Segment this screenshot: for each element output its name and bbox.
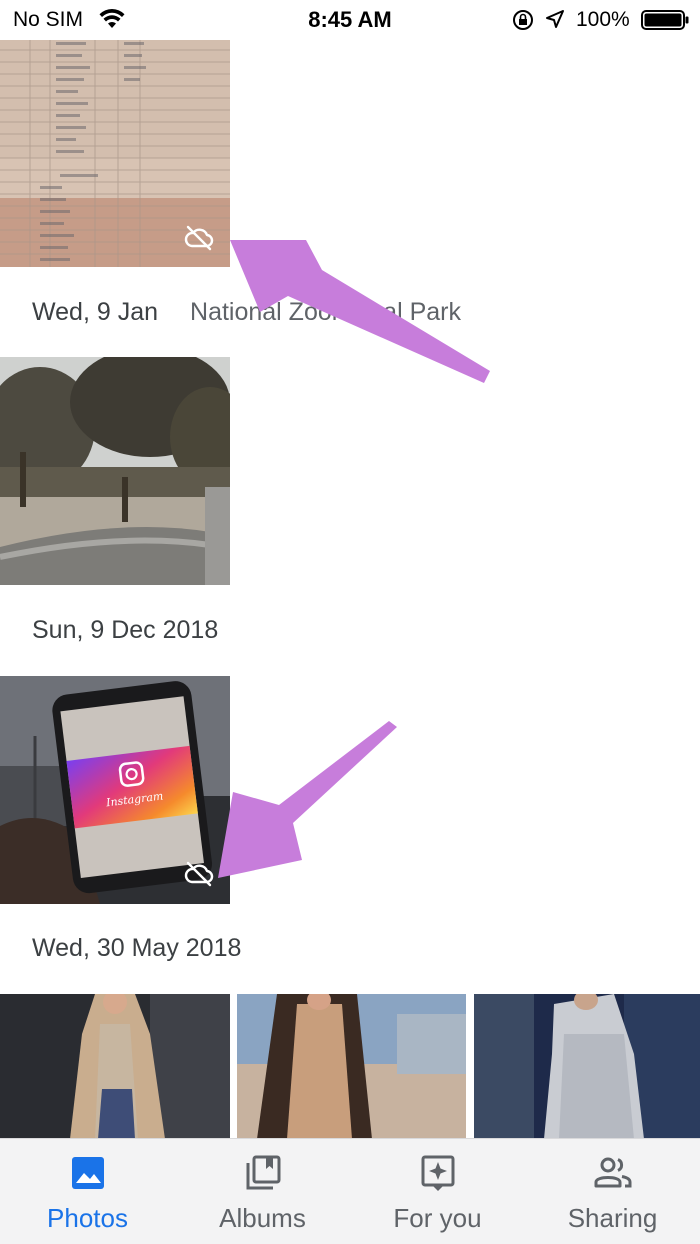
date-label: Wed, 9 Jan (32, 297, 159, 326)
cloud-off-icon (184, 861, 214, 887)
bottom-nav: Photos Albums For you Sharing (0, 1138, 700, 1244)
fashion-photo-2 (237, 994, 466, 1139)
location-label[interactable]: National Zoological Park (190, 298, 461, 327)
sharing-icon (594, 1157, 631, 1188)
tab-photos-label: Photos (47, 1203, 128, 1233)
photo-tile[interactable]: Instagram (0, 676, 230, 904)
section-header: Wed, 30 May 2018 (32, 928, 241, 968)
fashion-photo-1 (0, 994, 230, 1139)
cloud-off-icon (184, 225, 214, 251)
tab-for-you-label: For you (393, 1203, 482, 1233)
tab-albums[interactable]: Albums (175, 1139, 350, 1244)
tab-for-you[interactable]: For you (350, 1139, 525, 1244)
albums-icon (246, 1155, 280, 1190)
tab-albums-label: Albums (219, 1203, 306, 1233)
photo-tile[interactable] (0, 38, 230, 267)
photo-tile[interactable] (237, 994, 466, 1139)
date-label: Sun, 9 Dec 2018 (32, 615, 219, 644)
battery-icon (641, 10, 689, 30)
photo-tile[interactable] (0, 994, 230, 1139)
date-label: Wed, 30 May 2018 (32, 933, 242, 962)
park-photo (0, 357, 230, 585)
for-you-icon (421, 1155, 454, 1191)
fashion-photo-3 (474, 994, 700, 1139)
status-bar: No SIM 8:45 AM 100% (0, 0, 700, 40)
tab-photos[interactable]: Photos (0, 1139, 175, 1244)
photos-icon (71, 1157, 104, 1189)
tab-sharing[interactable]: Sharing (525, 1139, 700, 1244)
photo-tile[interactable] (474, 994, 700, 1139)
section-header: Sun, 9 Dec 2018 (32, 610, 218, 650)
orientation-lock-icon (513, 10, 533, 30)
location-icon (546, 10, 564, 28)
arrow-lower (218, 721, 397, 878)
battery-percent: 100% (576, 8, 630, 31)
photo-tile[interactable] (0, 357, 230, 585)
tab-sharing-label: Sharing (567, 1203, 658, 1233)
section-header: Wed, 9 Jan National Zoological Park (32, 292, 461, 332)
